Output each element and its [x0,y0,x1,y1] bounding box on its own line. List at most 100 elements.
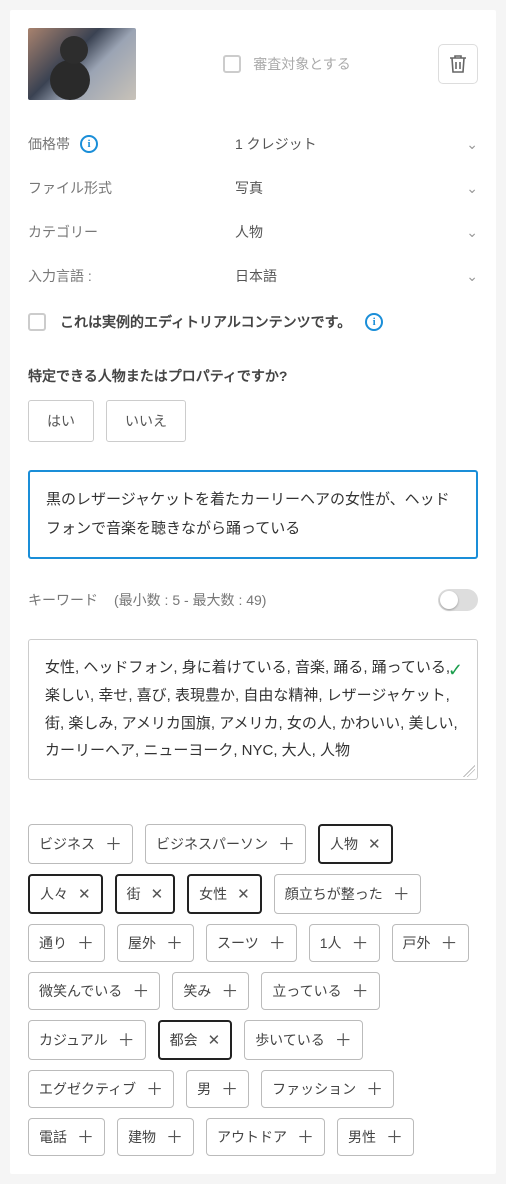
tag-label: 人物 [330,834,358,854]
add-icon[interactable]: ＋ [297,1129,314,1146]
tag-chip[interactable]: エグゼクティブ＋ [28,1070,174,1108]
add-icon[interactable]: ＋ [352,983,369,1000]
add-icon[interactable]: ＋ [269,935,286,952]
tag-label: 1人 [320,933,342,953]
tag-chip[interactable]: 戸外＋ [392,924,469,962]
category-label: カテゴリー [28,222,98,242]
add-icon[interactable]: ＋ [393,886,410,903]
remove-icon[interactable]: ✕ [368,837,381,852]
tag-chip[interactable]: 人々 ✕ [28,874,103,914]
no-button[interactable]: いいえ [106,400,186,442]
tag-chip[interactable]: 通り ＋ [28,924,105,962]
add-icon[interactable]: ＋ [278,836,295,853]
tag-label: 微笑んでいる [39,981,122,1001]
filetype-select[interactable]: 写真 ⌄ [235,178,478,198]
filetype-row: ファイル形式 写真 ⌄ [28,166,478,210]
tag-chip[interactable]: 男性 ＋ [337,1118,414,1156]
identify-question: 特定できる人物またはプロパティですか? [28,366,478,386]
check-icon: ✓ [448,654,463,687]
add-icon[interactable]: ＋ [132,983,149,1000]
metadata-panel: 審査対象とする 価格帯 i 1 クレジット ⌄ ファイル形式 写真 ⌄ カテゴリ… [10,10,496,1174]
tag-chip[interactable]: 笑み ＋ [172,972,249,1010]
tag-chip[interactable]: 建物 ＋ [117,1118,194,1156]
add-icon[interactable]: ＋ [441,935,458,952]
tag-label: 歩いている [255,1030,325,1050]
tag-label: 人々 [40,884,68,904]
tag-label: 男性 [348,1127,376,1147]
tag-chip[interactable]: ビジネス ＋ [28,824,133,864]
identify-buttons: はい いいえ [28,400,478,442]
add-icon[interactable]: ＋ [366,1081,383,1098]
tag-label: 都会 [170,1030,198,1050]
tag-chip[interactable]: 都会 ✕ [158,1020,233,1060]
remove-icon[interactable]: ✕ [237,887,250,902]
review-checkbox-group[interactable]: 審査対象とする [148,54,426,74]
tag-chip[interactable]: カジュアル ＋ [28,1020,146,1060]
category-select[interactable]: 人物 ⌄ [235,222,478,242]
resize-handle[interactable] [463,765,475,777]
delete-button[interactable] [438,44,478,84]
tag-label: 電話 [39,1127,67,1147]
tag-label: ファッション [272,1079,356,1099]
tag-chip[interactable]: 微笑んでいる ＋ [28,972,160,1010]
category-row: カテゴリー 人物 ⌄ [28,210,478,254]
add-icon[interactable]: ＋ [166,1129,183,1146]
tag-chip[interactable]: 人物 ✕ [318,824,393,864]
tag-chip[interactable]: アウトドア＋ [206,1118,325,1156]
tag-label: 女性 [199,884,227,904]
editorial-checkbox[interactable] [28,313,46,331]
chevron-down-icon: ⌄ [466,180,478,197]
add-icon[interactable]: ＋ [77,1129,94,1146]
tag-chip[interactable]: 男＋ [186,1070,249,1108]
tag-chip[interactable]: 顔立ちが整った＋ [274,874,421,914]
add-icon[interactable]: ＋ [77,935,94,952]
tag-chip[interactable]: 屋外＋ [117,924,194,962]
tag-label: ビジネス [39,834,95,854]
tag-chip[interactable]: 1人 ＋ [309,924,380,962]
keywords-input[interactable]: 女性, ヘッドフォン, 身に着けている, 音楽, 踊る, 踊っている, 楽しい,… [28,639,478,780]
asset-thumbnail[interactable] [28,28,136,100]
add-icon[interactable]: ＋ [118,1032,135,1049]
tag-label: 通り [39,933,67,953]
add-icon[interactable]: ＋ [105,836,122,853]
language-label: 入力言語 : [28,266,92,286]
tag-label: 建物 [128,1127,156,1147]
language-row: 入力言語 : 日本語 ⌄ [28,254,478,298]
info-icon[interactable]: i [80,135,98,153]
tag-label: 街 [127,884,141,904]
yes-button[interactable]: はい [28,400,94,442]
tag-chip[interactable]: 電話 ＋ [28,1118,105,1156]
review-checkbox[interactable] [223,55,241,73]
add-icon[interactable]: ＋ [146,1081,163,1098]
tag-label: カジュアル [39,1030,108,1050]
info-icon[interactable]: i [365,313,383,331]
price-label: 価格帯 [28,134,70,154]
keywords-toggle[interactable] [438,589,478,611]
keywords-header: キーワード (最小数 : 5 - 最大数 : 49) [28,589,478,611]
add-icon[interactable]: ＋ [335,1032,352,1049]
tag-chip[interactable]: 女性 ✕ [187,874,262,914]
keywords-text: 女性, ヘッドフォン, 身に着けている, 音楽, 踊る, 踊っている, 楽しい,… [45,659,458,759]
description-input[interactable]: 黒のレザージャケットを着たカーリーヘアの女性が、ヘッドフォンで音楽を聴きながら踊… [28,470,478,559]
add-icon[interactable]: ＋ [166,935,183,952]
language-select[interactable]: 日本語 ⌄ [235,266,478,286]
add-icon[interactable]: ＋ [386,1129,403,1146]
tag-chip[interactable]: 歩いている ＋ [244,1020,363,1060]
chevron-down-icon: ⌄ [466,268,478,285]
tag-label: 立っている [272,981,341,1001]
tag-chip[interactable]: 街✕ [115,874,176,914]
tag-chip[interactable]: 立っている ＋ [261,972,379,1010]
tag-label: 笑み [183,981,211,1001]
add-icon[interactable]: ＋ [221,1081,238,1098]
tag-chip[interactable]: スーツ＋ [206,924,297,962]
remove-icon[interactable]: ✕ [151,887,164,902]
remove-icon[interactable]: ✕ [208,1033,221,1048]
remove-icon[interactable]: ✕ [78,887,91,902]
price-select[interactable]: 1 クレジット ⌄ [235,134,478,154]
language-value: 日本語 [235,266,277,286]
add-icon[interactable]: ＋ [221,983,238,1000]
tag-chip[interactable]: ビジネスパーソン ＋ [145,824,306,864]
tag-label: ビジネスパーソン [156,834,268,854]
add-icon[interactable]: ＋ [352,935,369,952]
tag-chip[interactable]: ファッション ＋ [261,1070,394,1108]
